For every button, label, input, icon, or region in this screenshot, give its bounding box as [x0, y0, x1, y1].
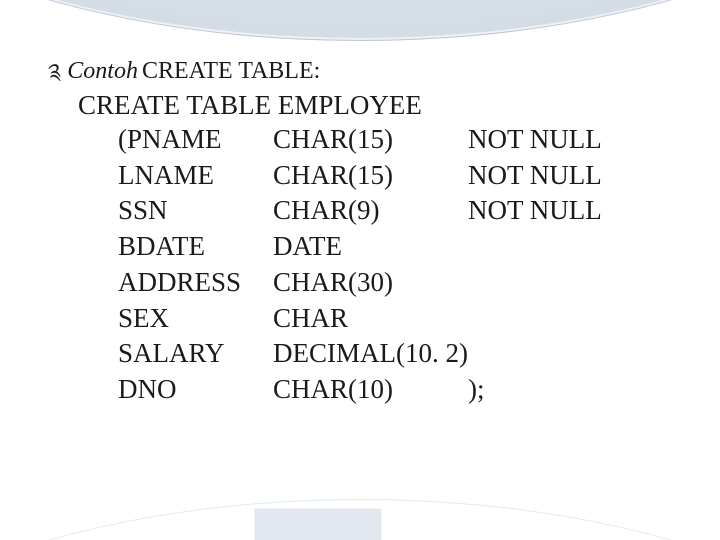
col-constraint: );	[468, 373, 628, 409]
top-arc-decoration	[0, 0, 720, 41]
table-row: SALARY DECIMAL(10. 2)	[118, 337, 628, 373]
table-row: LNAME CHAR(15) NOT NULL	[118, 159, 628, 195]
heading-line: ༉ Contoh CREATE TABLE:	[48, 58, 680, 85]
swirl-bullet-icon: ༉	[48, 61, 61, 83]
col-name: DNO	[118, 373, 273, 409]
heading-intro: Contoh	[67, 58, 138, 85]
column-table: (PNAME CHAR(15) NOT NULL LNAME CHAR(15) …	[118, 123, 628, 409]
heading-rest: CREATE TABLE:	[142, 58, 320, 85]
column-definitions: (PNAME CHAR(15) NOT NULL LNAME CHAR(15) …	[118, 123, 680, 409]
col-constraint	[468, 266, 628, 302]
col-name: SEX	[118, 302, 273, 338]
table-row: DNO CHAR(10) );	[118, 373, 628, 409]
col-name: BDATE	[118, 230, 273, 266]
table-row: SEX CHAR	[118, 302, 628, 338]
col-constraint	[468, 230, 628, 266]
col-name: (PNAME	[118, 123, 273, 159]
col-type: DECIMAL(10. 2)	[273, 337, 468, 373]
col-type: CHAR(30)	[273, 266, 468, 302]
create-table-statement: CREATE TABLE EMPLOYEE	[78, 89, 680, 123]
slide-content: ༉ Contoh CREATE TABLE: CREATE TABLE EMPL…	[48, 58, 680, 409]
table-row: SSN CHAR(9) NOT NULL	[118, 194, 628, 230]
col-name: LNAME	[118, 159, 273, 195]
col-type: CHAR(15)	[273, 123, 468, 159]
col-type: CHAR	[273, 302, 468, 338]
col-type: DATE	[273, 230, 468, 266]
col-constraint: NOT NULL	[468, 123, 628, 159]
col-constraint: NOT NULL	[468, 194, 628, 230]
col-type: CHAR(15)	[273, 159, 468, 195]
table-row: BDATE DATE	[118, 230, 628, 266]
table-row: ADDRESS CHAR(30)	[118, 266, 628, 302]
table-row: (PNAME CHAR(15) NOT NULL	[118, 123, 628, 159]
col-name: SSN	[118, 194, 273, 230]
col-type: CHAR(10)	[273, 373, 468, 409]
col-constraint: NOT NULL	[468, 159, 628, 195]
col-constraint	[468, 302, 628, 338]
slide: ༉ Contoh CREATE TABLE: CREATE TABLE EMPL…	[0, 0, 720, 540]
bottom-arc-decoration	[0, 499, 720, 540]
col-name: ADDRESS	[118, 266, 273, 302]
col-type: CHAR(9)	[273, 194, 468, 230]
col-constraint	[468, 337, 628, 373]
col-name: SALARY	[118, 337, 273, 373]
